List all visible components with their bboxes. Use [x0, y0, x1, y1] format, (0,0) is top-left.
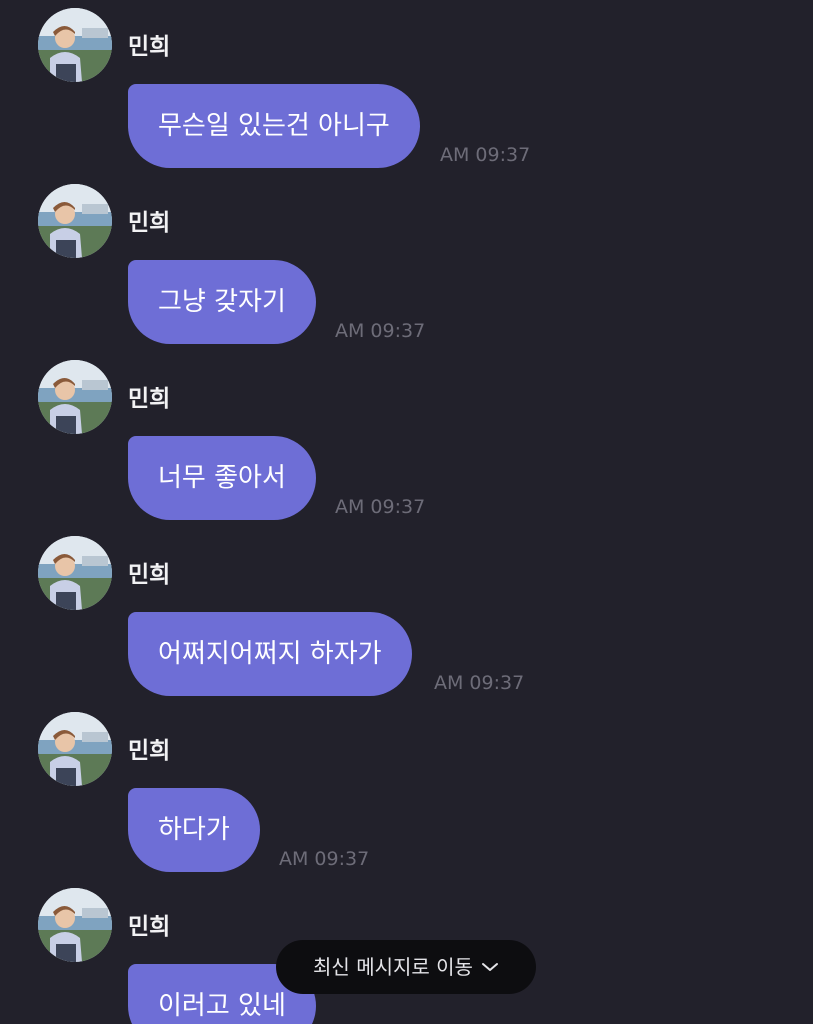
sender-name: 민희	[128, 914, 171, 940]
message-timestamp: AM 09:37	[434, 672, 525, 694]
avatar-photo	[38, 8, 112, 82]
message-timestamp: AM 09:37	[279, 848, 370, 870]
avatar[interactable]	[38, 712, 112, 786]
avatar-photo	[38, 360, 112, 434]
scroll-to-latest-button[interactable]: 최신 메시지로 이동	[276, 940, 536, 994]
scroll-to-latest-label: 최신 메시지로 이동	[313, 955, 473, 979]
message-row: 민희 하다가 AM 09:37	[0, 704, 813, 880]
message-timestamp: AM 09:37	[440, 144, 531, 166]
message-timestamp: AM 09:37	[335, 496, 426, 518]
avatar-photo	[38, 184, 112, 258]
avatar[interactable]	[38, 360, 112, 434]
message-bubble[interactable]: 그냥 갖자기	[128, 260, 316, 344]
message-bubble[interactable]: 무슨일 있는건 아니구	[128, 84, 420, 168]
chevron-down-icon	[481, 963, 498, 971]
chat-view[interactable]: 민희 무슨일 있는건 아니구 AM 09:37 민희 그냥 갖자기 AM 09:…	[0, 0, 813, 1024]
avatar-photo	[38, 888, 112, 962]
avatar[interactable]	[38, 184, 112, 258]
message-bubble[interactable]: 너무 좋아서	[128, 436, 316, 520]
message-bubble[interactable]: 하다가	[128, 788, 260, 872]
message-timestamp: AM 09:37	[335, 320, 426, 342]
sender-name: 민희	[128, 738, 171, 764]
sender-name: 민희	[128, 562, 171, 588]
message-bubble[interactable]: 어쩌지어쩌지 하자가	[128, 612, 412, 696]
avatar-photo	[38, 536, 112, 610]
sender-name: 민희	[128, 386, 171, 412]
sender-name: 민희	[128, 210, 171, 236]
message-row: 민희 무슨일 있는건 아니구 AM 09:37	[0, 0, 813, 176]
avatar[interactable]	[38, 536, 112, 610]
sender-name: 민희	[128, 34, 171, 60]
avatar-photo	[38, 712, 112, 786]
message-row: 민희 너무 좋아서 AM 09:37	[0, 352, 813, 528]
avatar[interactable]	[38, 888, 112, 962]
message-row: 민희 그냥 갖자기 AM 09:37	[0, 176, 813, 352]
avatar[interactable]	[38, 8, 112, 82]
message-row: 민희 어쩌지어쩌지 하자가 AM 09:37	[0, 528, 813, 704]
